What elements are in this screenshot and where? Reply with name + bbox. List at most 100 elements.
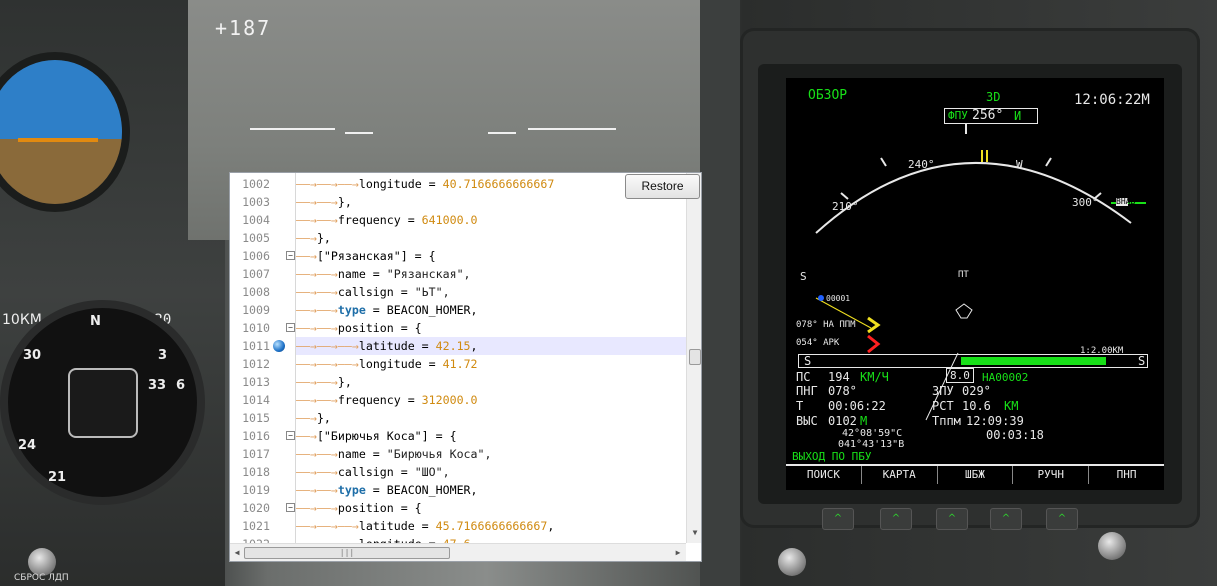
tab-arrow-icon: ——→: [337, 339, 359, 353]
rst-unit: КМ: [1004, 399, 1019, 413]
restore-button[interactable]: Restore: [625, 174, 700, 199]
png-value: 078°: [828, 384, 857, 398]
tppm-label: Тппм: [932, 414, 961, 428]
tab-arrow-icon: ——→: [296, 231, 317, 245]
code-token: frequency =: [337, 393, 422, 407]
attitude-ground: [0, 139, 122, 204]
code-token: "ЬТ",: [414, 285, 450, 299]
line-number: 1013: [242, 375, 270, 389]
horizontal-scrollbar[interactable]: ◀ ||| ▶: [230, 543, 686, 561]
line-number: 1021: [242, 519, 270, 533]
code-token: name =: [337, 447, 387, 461]
fold-toggle-icon[interactable]: −: [286, 503, 295, 512]
bookmark-icon[interactable]: [273, 340, 285, 352]
alt-unit: М: [860, 414, 868, 428]
code-line: ——→——→——→latitude = 42.15,: [296, 337, 686, 355]
mfd-hw-button-4[interactable]: ^: [990, 508, 1022, 530]
code-token: },: [316, 231, 331, 245]
line-number: 1014: [242, 393, 270, 407]
softkey-manual[interactable]: РУЧН: [1013, 466, 1090, 484]
compass-210: 210°: [832, 200, 859, 213]
mfd-softkey-row: ПОИСК КАРТА ШБЖ РУЧН ПНП: [786, 464, 1164, 484]
center-panel: [700, 0, 740, 586]
code-area[interactable]: ——→——→——→longitude = 40.7166666666667 ——→…: [296, 173, 686, 543]
longitude-readout: 041°43'13"В: [838, 439, 905, 450]
line-number: 1008: [242, 285, 270, 299]
scroll-right-arrow-icon[interactable]: ▶: [672, 547, 684, 559]
mfd-hw-button-1[interactable]: ^: [822, 508, 854, 530]
zpu-label: ЗПУ: [932, 384, 954, 398]
softkey-search[interactable]: ПОИСК: [786, 466, 862, 484]
tab-arrow-icon: ——→: [296, 357, 317, 371]
softkey-pnp[interactable]: ПНП: [1089, 466, 1164, 484]
tab-arrow-icon: ——→: [337, 357, 359, 371]
code-editor-window: 1002 1003 1004 1005 1006 − 1007 1008 1009 1010 − 10…: [229, 172, 702, 562]
code-token: },: [337, 195, 352, 209]
softkey-shbzh[interactable]: ШБЖ: [938, 466, 1014, 484]
line-number: 1002: [242, 177, 270, 191]
horizontal-scroll-thumb[interactable]: |||: [244, 547, 450, 559]
attitude-aircraft-symbol: [18, 138, 98, 142]
alt-value: 0102: [828, 414, 857, 428]
code-token: "Рязанская",: [386, 267, 471, 281]
line-number: 1004: [242, 213, 270, 227]
fold-toggle-icon[interactable]: −: [286, 431, 295, 440]
line-number: 1019: [242, 483, 270, 497]
line-number: 1017: [242, 447, 270, 461]
tab-arrow-icon: ——→: [316, 195, 338, 209]
tab-arrow-icon: ——→: [316, 447, 338, 461]
time-value: 00:06:22: [828, 399, 886, 413]
fold-toggle-icon[interactable]: −: [286, 323, 295, 332]
code-token: callsign =: [337, 465, 415, 479]
code-token: ,: [470, 339, 478, 353]
line-number: 1010: [242, 321, 270, 335]
mfd-side-label: ВНАВ: [1116, 197, 1136, 206]
softkey-map[interactable]: КАРТА: [862, 466, 938, 484]
scroll-down-arrow-icon[interactable]: ▼: [689, 527, 701, 539]
tab-arrow-icon: ——→: [296, 177, 317, 191]
distance-bar-right: S: [1138, 354, 1146, 368]
mfd-brightness-knob[interactable]: [778, 548, 806, 576]
code-token: name =: [337, 267, 387, 281]
tab-arrow-icon: ——→: [296, 321, 317, 335]
cockpit-scene: 10КМ 020 N 3 6 30 33 24 21 СБРОС ЛДП +18…: [0, 0, 1217, 586]
distance-target: НА00002: [982, 371, 1029, 384]
code-token: 45.7166666666667: [435, 519, 548, 533]
compass-s: S: [800, 270, 807, 283]
attitude-sky: [0, 60, 122, 140]
code-token: = BEACON_HOMER,: [365, 483, 478, 497]
distance-bar-left: S: [804, 354, 812, 368]
code-token: 41.72: [442, 357, 478, 371]
scroll-left-arrow-icon[interactable]: ◀: [231, 547, 243, 559]
code-line: ——→——→position = {: [296, 319, 686, 337]
mfd-hw-button-3[interactable]: ^: [936, 508, 968, 530]
vertical-scrollbar[interactable]: ▲ ▼: [686, 173, 701, 543]
ps-label: ПС: [796, 370, 811, 384]
compass-300: 300°: [1072, 196, 1099, 209]
code-token: position = {: [337, 321, 422, 335]
mfd-hw-button-5[interactable]: ^: [1046, 508, 1078, 530]
tab-arrow-icon: ——→: [296, 501, 317, 515]
fold-toggle-icon[interactable]: −: [286, 251, 295, 260]
reset-knob[interactable]: [28, 548, 56, 576]
ppm-bearing: 078° НА ППМ: [796, 320, 856, 330]
tab-arrow-icon: ——→: [316, 465, 338, 479]
mfd-hw-button-2[interactable]: ^: [880, 508, 912, 530]
tab-arrow-icon: ——→: [296, 213, 317, 227]
ps-unit: КМ/Ч: [860, 370, 889, 384]
distance-box: 8.0: [946, 368, 974, 383]
tab-arrow-icon: ——→: [316, 393, 338, 407]
code-line: ——→——→——→longitude = 47.6: [296, 535, 686, 543]
tab-arrow-icon: ——→: [316, 177, 338, 191]
tab-arrow-icon: ——→: [316, 483, 338, 497]
code-line: ——→——→callsign = "ШО",: [296, 463, 686, 481]
line-number: 1003: [242, 195, 270, 209]
code-line: ——→——→type = BEACON_HOMER,: [296, 301, 686, 319]
vertical-scroll-thumb[interactable]: [689, 349, 701, 365]
code-token: frequency =: [337, 213, 422, 227]
ps-value: 194: [828, 370, 850, 384]
code-token: ["Рязанская"] = {: [316, 249, 436, 263]
code-token: 312000.0: [421, 393, 478, 407]
mfd-contrast-knob[interactable]: [1098, 532, 1126, 560]
exit-pbu-label: ВЫХОД ПО ПБУ: [792, 450, 872, 463]
